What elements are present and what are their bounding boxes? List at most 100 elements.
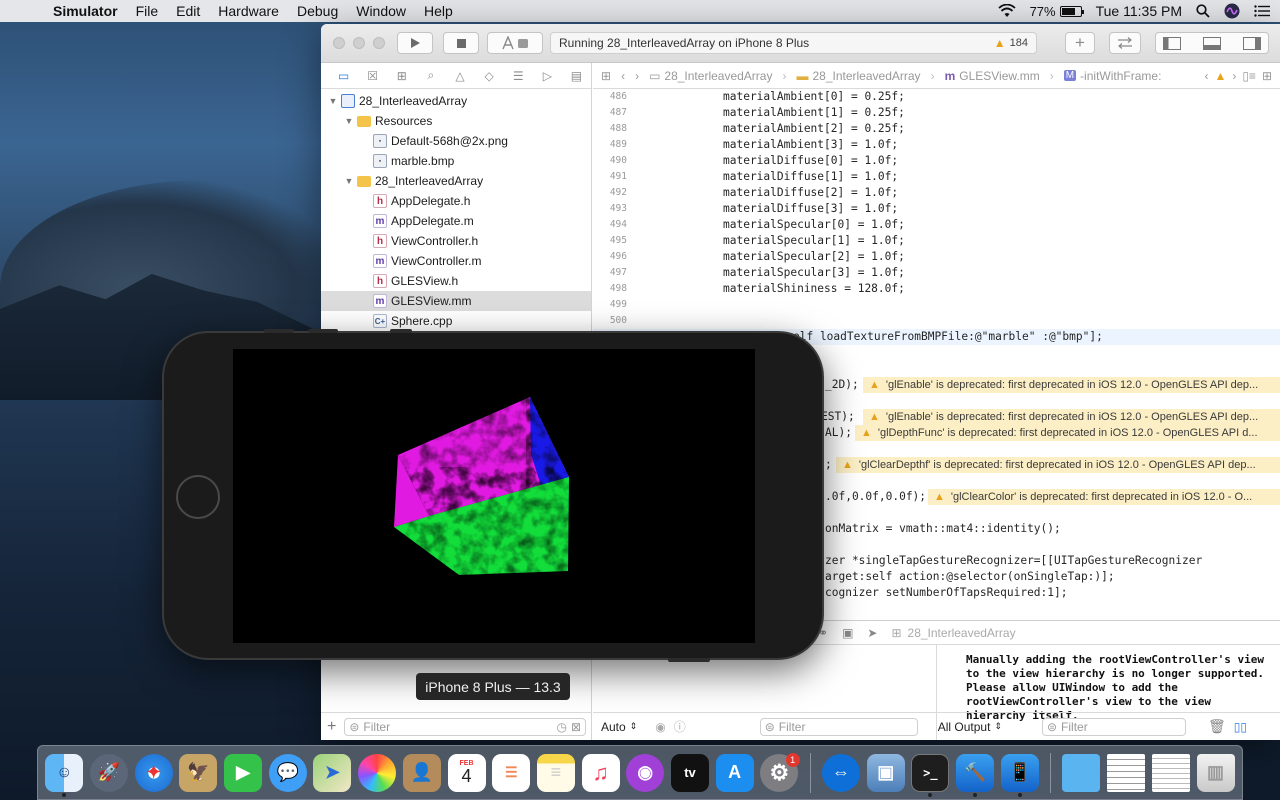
report-tab-icon[interactable]: ▤ (562, 69, 591, 83)
stop-button[interactable] (443, 32, 479, 54)
deprecation-warning[interactable]: ▲ 'glClearDepthf' is deprecated: first de… (836, 457, 1280, 473)
disclosure-triangle-icon[interactable]: ▼ (343, 176, 355, 186)
menu-hardware[interactable]: Hardware (209, 3, 288, 19)
battery-status[interactable]: 77% (1030, 4, 1084, 19)
next-issue-icon[interactable]: › (1232, 69, 1236, 83)
notification-center-icon[interactable] (1254, 5, 1270, 17)
eye-icon[interactable]: ◉ (655, 720, 665, 734)
memory-graph-icon[interactable]: ▣ (842, 626, 853, 640)
debug-tab-icon[interactable]: ☰ (504, 69, 533, 83)
issue-tab-icon[interactable]: △ (445, 69, 474, 83)
dock-photos[interactable] (355, 749, 400, 797)
warning-indicator[interactable]: ▲ 184 (994, 36, 1028, 50)
crumb-folder[interactable]: ▬ 28_InterleavedArray (796, 69, 920, 83)
tree-item[interactable]: ▼ Resources (321, 111, 591, 131)
dock-preview-app[interactable]: ▣ (863, 749, 908, 797)
menu-debug[interactable]: Debug (288, 3, 347, 19)
tree-item[interactable]: h AppDelegate.h (321, 191, 591, 211)
volume-button[interactable] (264, 329, 294, 333)
disclosure-triangle-icon[interactable]: ▼ (343, 116, 355, 126)
dock-folder[interactable] (1059, 749, 1104, 797)
tree-item[interactable]: h ViewController.h (321, 231, 591, 251)
info-icon[interactable]: ⓘ (674, 718, 686, 735)
crumb-project[interactable]: ▭ 28_InterleavedArray (649, 69, 772, 83)
deprecation-warning[interactable]: ▲ 'glEnable' is deprecated: first depreca… (863, 377, 1280, 393)
tree-item[interactable]: m GLESView.mm (321, 291, 591, 311)
mute-switch[interactable] (390, 329, 412, 333)
add-editor-icon[interactable]: ⊞ (1262, 69, 1272, 83)
folder-tab-icon[interactable]: ▭ (329, 69, 358, 83)
navigator-toggle-icon[interactable] (1163, 36, 1181, 50)
power-button[interactable] (668, 658, 710, 662)
dock-finder[interactable]: ☺ (42, 749, 87, 797)
dock-facetime[interactable]: ▶ (221, 749, 266, 797)
debug-area-toggle-icon[interactable] (1203, 36, 1221, 50)
dock-music[interactable]: ♫ (578, 749, 623, 797)
crumb-file[interactable]: m GLESView.mm (945, 69, 1040, 83)
simulator-screen[interactable] (233, 349, 755, 643)
prev-issue-icon[interactable]: ‹ (1204, 69, 1208, 83)
close-window-button[interactable] (333, 37, 345, 49)
zoom-window-button[interactable] (373, 37, 385, 49)
variables-scope-dropdown[interactable]: Auto ⇕ (601, 720, 637, 734)
source-control-tab-icon[interactable]: ☒ (358, 69, 387, 83)
dock-system-preferences[interactable]: ⚙ 1 (757, 749, 802, 797)
forward-icon[interactable]: › (635, 69, 639, 83)
trash-icon[interactable]: 🗑 (1208, 718, 1226, 735)
tree-item[interactable]: m ViewController.m (321, 251, 591, 271)
console-output-dropdown[interactable]: All Output ⇕ (938, 720, 1002, 734)
volume-button[interactable] (308, 329, 338, 333)
dock-document-stack[interactable] (1104, 749, 1149, 797)
adjust-editor-icon[interactable]: ▯≡ (1242, 69, 1256, 83)
spotlight-search-icon[interactable] (1196, 4, 1210, 18)
split-view-icon[interactable]: ▯▯ (1234, 720, 1247, 734)
debug-target[interactable]: ⊞ 28_InterleavedArray (891, 626, 1015, 640)
home-button[interactable] (176, 475, 220, 519)
siri-icon[interactable] (1224, 3, 1240, 19)
tree-item[interactable]: ▼ 28_InterleavedArray (321, 171, 591, 191)
recent-files-icon[interactable]: ◷ (556, 720, 566, 734)
symbol-tab-icon[interactable]: ⊞ (387, 69, 416, 83)
deprecation-warning[interactable]: ▲ 'glClearColor' is deprecated: first dep… (928, 489, 1280, 505)
code-area[interactable]: 486 materialAmbient[0] = 0.25f; 487 materia… (593, 89, 1280, 599)
tree-item[interactable]: ▪ marble.bmp (321, 151, 591, 171)
disclosure-triangle-icon[interactable]: ▼ (327, 96, 339, 106)
deprecation-warning[interactable]: ▲ 'glDepthFunc' is deprecated: first depr… (855, 425, 1280, 441)
variables-filter-field[interactable]: ⊜ Filter (759, 717, 918, 736)
back-icon[interactable]: ‹ (621, 69, 625, 83)
dock-reminders[interactable]: ☰ (489, 749, 534, 797)
dock-simulator[interactable]: 📱 (997, 749, 1042, 797)
dock-contacts[interactable]: 👤 (400, 749, 445, 797)
test-tab-icon[interactable]: ◇ (475, 69, 504, 83)
menu-app-name[interactable]: Simulator (44, 3, 127, 19)
dock-appletv[interactable]: tv (668, 749, 713, 797)
inspector-toggle-icon[interactable] (1243, 36, 1261, 50)
deprecation-warning[interactable]: ▲ 'glEnable' is deprecated: first depreca… (863, 409, 1280, 425)
tree-item[interactable]: C+ Sphere.cpp (321, 311, 591, 331)
console-filter-field[interactable]: ⊜ Filter (1041, 717, 1186, 736)
code-review-button[interactable] (1109, 32, 1141, 54)
crumb-method[interactable]: M -initWithFrame: (1063, 69, 1161, 83)
dock-xcode[interactable]: 🔨 (953, 749, 998, 797)
navigator-filter-field[interactable]: ⊜ Filter ◷ ⊠ (344, 717, 586, 736)
dock-trash[interactable]: ▥ (1193, 749, 1238, 797)
run-button[interactable] (397, 32, 433, 54)
breakpoint-tab-icon[interactable]: ▷ (533, 69, 562, 83)
clock[interactable]: Tue 11:35 PM (1096, 3, 1182, 19)
dock-appstore[interactable]: A (712, 749, 757, 797)
wifi-icon[interactable] (997, 4, 1016, 18)
tree-item[interactable]: m AppDelegate.m (321, 211, 591, 231)
dock-messages[interactable]: 💬 (265, 749, 310, 797)
dock-maps[interactable]: ➤ (310, 749, 355, 797)
scheme-selector[interactable] (487, 32, 543, 54)
menu-edit[interactable]: Edit (167, 3, 209, 19)
menu-file[interactable]: File (127, 3, 168, 19)
minimize-window-button[interactable] (353, 37, 365, 49)
dock-launchpad[interactable]: 🚀 (87, 749, 132, 797)
dock-preview[interactable]: 🦅 (176, 749, 221, 797)
find-tab-icon[interactable]: ⌕ (416, 68, 445, 83)
dock-text-document[interactable] (1149, 749, 1194, 797)
library-button[interactable]: + (1065, 32, 1095, 54)
dock-terminal[interactable]: >_ (908, 749, 953, 797)
related-items-icon[interactable]: ⊞ (601, 69, 611, 83)
